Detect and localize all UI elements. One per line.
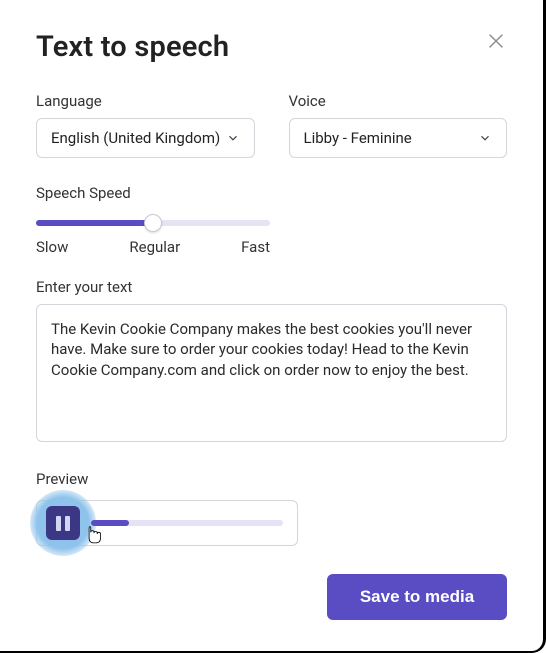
dialog-title: Text to speech <box>36 30 229 64</box>
speed-tick-slow: Slow <box>36 238 68 256</box>
preview-label: Preview <box>36 470 507 488</box>
speed-tick-fast: Fast <box>241 238 270 256</box>
speed-slider-fill <box>36 220 153 226</box>
speech-text-input[interactable] <box>36 304 507 442</box>
preview-player <box>36 500 298 546</box>
preview-progress-track[interactable] <box>91 520 283 526</box>
speed-slider[interactable] <box>36 220 270 226</box>
preview-progress-fill <box>91 520 129 526</box>
speed-tick-regular: Regular <box>129 238 180 256</box>
voice-select[interactable]: Libby - Feminine <box>289 118 508 158</box>
language-value: English (United Kingdom) <box>51 129 220 147</box>
pause-icon <box>56 516 70 531</box>
save-to-media-button[interactable]: Save to media <box>327 574 507 620</box>
chevron-down-icon <box>226 131 240 145</box>
close-icon[interactable] <box>485 30 507 52</box>
speed-label: Speech Speed <box>36 184 507 202</box>
play-pause-button[interactable] <box>46 506 80 540</box>
language-label: Language <box>36 92 255 110</box>
chevron-down-icon <box>478 131 492 145</box>
textarea-label: Enter your text <box>36 278 507 296</box>
voice-value: Libby - Feminine <box>304 129 412 147</box>
language-select[interactable]: English (United Kingdom) <box>36 118 255 158</box>
pointer-cursor-icon <box>81 525 107 551</box>
voice-label: Voice <box>289 92 508 110</box>
speed-slider-thumb[interactable] <box>144 214 162 232</box>
